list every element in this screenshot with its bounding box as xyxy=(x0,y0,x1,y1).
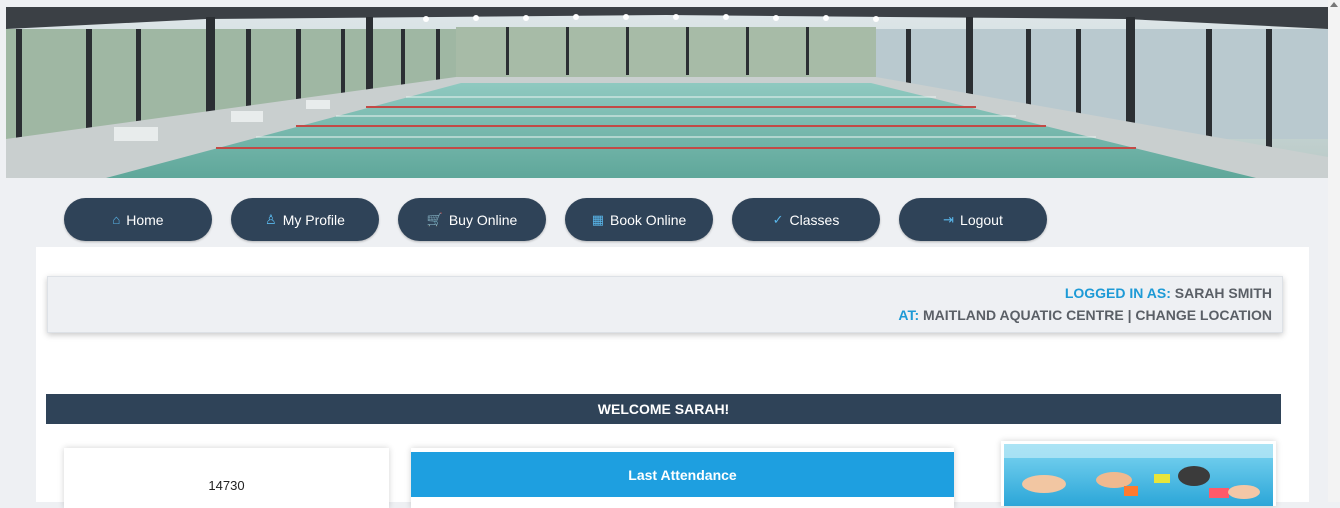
pool-banner-image xyxy=(6,7,1328,178)
home-icon: ⌂ xyxy=(112,212,121,227)
login-status-box: LOGGED IN AS: SARAH SMITH AT: MAITLAND A… xyxy=(47,276,1283,333)
swimmer-icon: ✓ xyxy=(772,212,784,227)
nav-my-profile-button[interactable]: ♙ My Profile xyxy=(231,198,379,241)
nav-my-profile-label: My Profile xyxy=(282,211,345,228)
scroll-up-arrow-icon[interactable] xyxy=(1330,2,1338,7)
attendance-card: Last Attendance xyxy=(411,448,954,508)
nav-classes-label: Classes xyxy=(789,211,840,228)
logged-in-label: LOGGED IN AS: xyxy=(1064,285,1171,301)
location-line: AT: MAITLAND AQUATIC CENTRE | CHANGE LOC… xyxy=(898,307,1272,323)
user-name: SARAH SMITH xyxy=(1174,285,1272,301)
location-name: MAITLAND AQUATIC CENTRE xyxy=(923,307,1124,323)
nav-home-label: Home xyxy=(126,211,164,228)
nav-buy-online-label: Buy Online xyxy=(448,211,518,228)
nav-classes-button[interactable]: ✓ Classes xyxy=(732,198,880,241)
change-location-link[interactable]: CHANGE LOCATION xyxy=(1135,307,1272,323)
nav-logout-button[interactable]: ⇥ Logout xyxy=(899,198,1047,241)
location-separator: | xyxy=(1127,307,1132,323)
nav-book-online-label: Book Online xyxy=(610,211,687,228)
vertical-scrollbar[interactable] xyxy=(1328,0,1340,502)
nav-buy-online-button[interactable]: 🛒 Buy Online xyxy=(398,198,546,241)
attendance-title: Last Attendance xyxy=(411,452,954,497)
logout-icon: ⇥ xyxy=(943,212,955,227)
calendar-icon: ▦ xyxy=(591,212,604,227)
nav-book-online-button[interactable]: ▦ Book Online xyxy=(565,198,713,241)
cart-icon: 🛒 xyxy=(426,212,443,227)
header-banner xyxy=(6,7,1328,178)
at-label: AT: xyxy=(898,307,920,323)
promo-card[interactable] xyxy=(1001,441,1276,506)
user-icon: ♙ xyxy=(265,212,277,227)
nav-home-button[interactable]: ⌂ Home xyxy=(64,198,212,241)
kids-swimming-image xyxy=(1004,444,1273,506)
welcome-banner: WELCOME SARAH! xyxy=(46,394,1281,424)
member-number: 14730 xyxy=(208,478,245,493)
logged-in-line: LOGGED IN AS: SARAH SMITH xyxy=(1065,285,1272,301)
nav-logout-label: Logout xyxy=(960,211,1003,228)
member-card: 14730 xyxy=(64,448,389,508)
